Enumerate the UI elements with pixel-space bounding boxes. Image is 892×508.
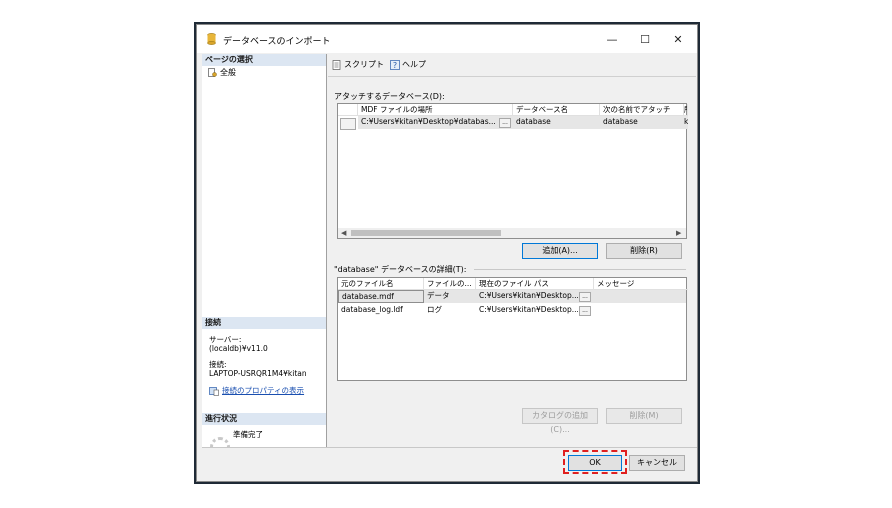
page-select-header: ページの選択 bbox=[202, 54, 326, 66]
maximize-button[interactable]: ☐ bbox=[630, 30, 660, 48]
details-row2-file[interactable]: database_log.ldf bbox=[338, 304, 424, 316]
attach-col-select bbox=[338, 104, 358, 116]
browse-button[interactable]: ... bbox=[579, 292, 591, 302]
browse-button[interactable]: ... bbox=[579, 306, 591, 316]
details-row2-type: ログ bbox=[427, 305, 442, 314]
add-catalog-button[interactable]: カタログの追加(C)... bbox=[522, 408, 598, 434]
details-col-message[interactable]: メッセージ bbox=[594, 278, 688, 290]
ok-highlight-box bbox=[563, 450, 627, 474]
database-icon bbox=[207, 33, 216, 45]
remove-button[interactable]: 削除(R) bbox=[606, 243, 682, 259]
svg-text:?: ? bbox=[393, 61, 397, 70]
properties-icon bbox=[209, 386, 219, 396]
help-label: ヘルプ bbox=[402, 60, 426, 69]
attach-col-owner[interactable]: 所 bbox=[684, 104, 688, 116]
details-col-filename[interactable]: 元のファイル名 bbox=[338, 278, 424, 290]
details-grid[interactable]: 元のファイル名 ファイルの... 現在のファイル パス メッセージ databa… bbox=[337, 277, 688, 381]
toolbar: スクリプト ▾ ? ヘルプ bbox=[328, 54, 696, 77]
connection-properties-link[interactable]: 接続のプロパティの表示 bbox=[209, 386, 304, 396]
title-bar[interactable]: データベースのインポート — ☐ ✕ bbox=[197, 25, 697, 53]
import-database-dialog: データベースのインポート — ☐ ✕ ページの選択 全般 接続 サーバー: (l… bbox=[196, 24, 698, 482]
left-pane: ページの選択 全般 接続 サーバー: (localdb)¥v11.0 接続: L… bbox=[202, 54, 327, 457]
details-label: "database" データベースの詳細(T): bbox=[334, 265, 467, 274]
attach-col-attach-as[interactable]: 次の名前でアタッチ bbox=[600, 104, 684, 116]
remove-file-button[interactable]: 削除(M) bbox=[606, 408, 682, 424]
details-row1-message bbox=[594, 290, 688, 302]
document-gear-icon bbox=[208, 68, 217, 77]
attach-col-dbname[interactable]: データベース名 bbox=[513, 104, 600, 116]
window-title: データベースのインポート bbox=[223, 37, 331, 47]
attach-label: アタッチするデータベース(D): bbox=[334, 92, 445, 101]
script-icon bbox=[332, 59, 341, 70]
attach-grid[interactable]: MDF ファイルの場所 データベース名 次の名前でアタッチ 所 C:¥Users… bbox=[337, 103, 688, 239]
right-pane: スクリプト ▾ ? ヘルプ アタッチするデータベース(D): MDF ファイルの… bbox=[328, 54, 697, 447]
connection-header: 接続 bbox=[202, 317, 326, 329]
help-button[interactable]: ? ヘルプ bbox=[390, 59, 426, 70]
script-label: スクリプト bbox=[344, 60, 384, 69]
attach-row-location: C:¥Users¥kitan¥Desktop¥databas... bbox=[361, 117, 496, 126]
scroll-thumb[interactable] bbox=[351, 230, 501, 236]
row-selector[interactable] bbox=[340, 118, 356, 130]
details-col-filetype[interactable]: ファイルの... bbox=[424, 278, 476, 290]
add-button[interactable]: 追加(A)... bbox=[522, 243, 598, 259]
minimize-button[interactable]: — bbox=[597, 30, 627, 48]
dialog-frame: データベースのインポート — ☐ ✕ ページの選択 全般 接続 サーバー: (l… bbox=[194, 22, 700, 484]
script-button[interactable]: スクリプト ▾ bbox=[332, 59, 394, 70]
scroll-right-icon[interactable]: ▶ bbox=[676, 228, 681, 238]
page-item-general[interactable]: 全般 bbox=[208, 67, 236, 78]
details-row1-type: データ bbox=[427, 291, 450, 300]
page-item-label: 全般 bbox=[220, 68, 236, 77]
server-value: (localdb)¥v11.0 bbox=[209, 344, 268, 353]
details-row2-message bbox=[594, 304, 688, 316]
details-row2-path: C:¥Users¥kitan¥Desktop... bbox=[479, 305, 578, 314]
help-icon: ? bbox=[390, 59, 400, 70]
horizontal-scrollbar[interactable]: ◀ ▶ bbox=[338, 228, 686, 238]
connection-properties-link-text[interactable]: 接続のプロパティの表示 bbox=[222, 386, 304, 396]
details-col-path[interactable]: 現在のファイル パス bbox=[476, 278, 594, 290]
progress-header: 進行状況 bbox=[202, 413, 326, 425]
connection-value: LAPTOP-USRQR1M4¥kitan bbox=[209, 369, 307, 378]
details-divider bbox=[474, 269, 686, 270]
attach-row-attach-as[interactable]: database bbox=[600, 116, 684, 128]
progress-status: 準備完了 bbox=[233, 430, 263, 439]
toolbar-divider bbox=[328, 76, 696, 77]
cancel-button[interactable]: キャンセル bbox=[629, 455, 685, 471]
details-row1-file[interactable]: database.mdf bbox=[338, 290, 424, 303]
scroll-left-icon[interactable]: ◀ bbox=[341, 228, 346, 238]
browse-button[interactable]: ... bbox=[499, 118, 511, 128]
close-button[interactable]: ✕ bbox=[663, 30, 693, 48]
attach-row-dbname[interactable]: database bbox=[513, 116, 600, 128]
attach-col-location[interactable]: MDF ファイルの場所 bbox=[358, 104, 513, 116]
attach-row-owner: k bbox=[684, 117, 688, 126]
details-row1-path: C:¥Users¥kitan¥Desktop... bbox=[479, 291, 578, 300]
